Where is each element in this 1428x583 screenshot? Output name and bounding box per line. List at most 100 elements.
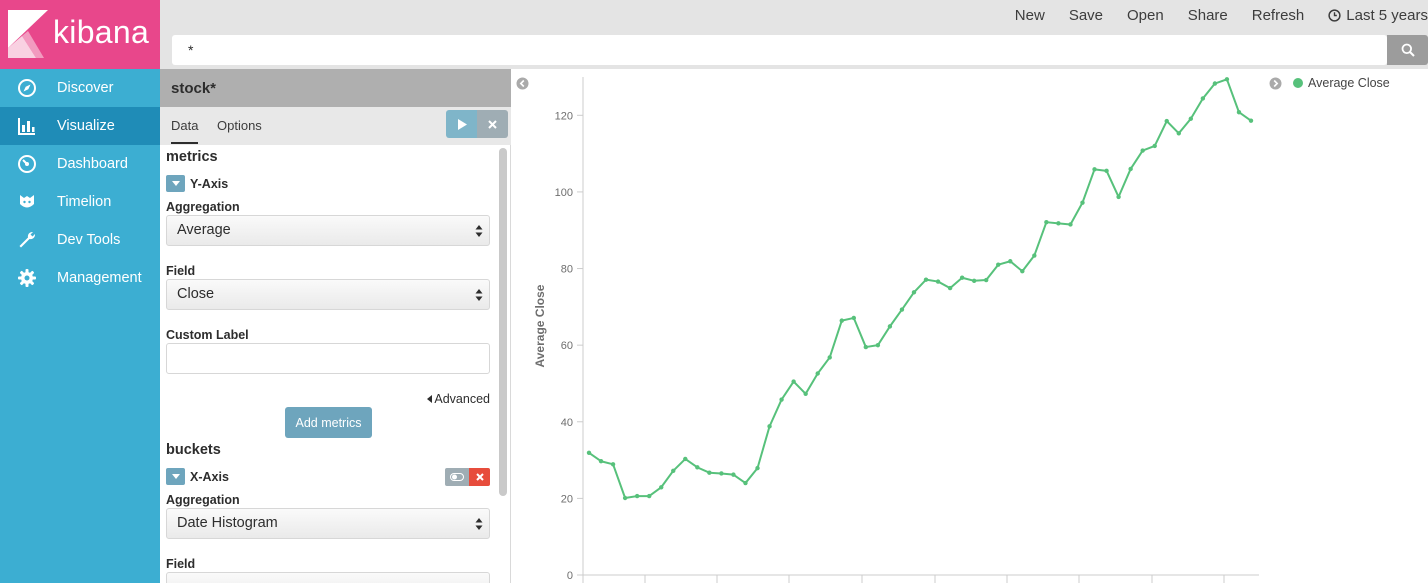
refresh-button[interactable]: Refresh <box>1252 7 1305 24</box>
data-point[interactable] <box>947 285 953 291</box>
data-point[interactable] <box>1224 77 1230 82</box>
sidebar-item-timelion[interactable]: Timelion <box>0 183 160 221</box>
data-point[interactable] <box>815 371 820 376</box>
data-point[interactable] <box>1140 148 1145 153</box>
metric-field-select[interactable]: Close <box>166 279 490 310</box>
sidebar-item-label: Discover <box>57 80 114 96</box>
data-point[interactable] <box>1128 166 1133 172</box>
discard-changes-button[interactable] <box>477 110 508 138</box>
bucket-field-select[interactable] <box>166 572 490 583</box>
sidebar-item-label: Visualize <box>57 118 115 134</box>
bucket-aggregation-select[interactable]: Date Histogram <box>166 508 490 539</box>
data-point[interactable] <box>1032 253 1037 258</box>
data-point[interactable] <box>984 277 989 283</box>
data-point[interactable] <box>1104 168 1109 174</box>
y-axis-tick-label: 40 <box>561 417 573 429</box>
data-point[interactable] <box>707 470 712 475</box>
data-point[interactable] <box>659 485 664 490</box>
data-point[interactable] <box>996 262 1001 267</box>
save-button[interactable]: Save <box>1069 7 1103 24</box>
tab-options[interactable]: Options <box>217 118 262 133</box>
data-point[interactable] <box>1248 118 1254 123</box>
search-input[interactable]: * <box>172 35 1387 65</box>
data-point[interactable] <box>1020 269 1025 274</box>
apply-changes-button[interactable] <box>446 110 477 138</box>
data-point[interactable] <box>731 472 736 477</box>
data-point[interactable] <box>1200 96 1206 101</box>
data-point[interactable] <box>959 275 965 280</box>
x-axis-remove-button[interactable] <box>469 468 490 486</box>
advanced-toggle-link[interactable]: Advanced <box>427 392 490 406</box>
data-point[interactable] <box>971 278 977 283</box>
toggle-icon <box>450 473 464 481</box>
data-point[interactable] <box>803 391 808 397</box>
x-axis-enable-toggle[interactable] <box>445 468 469 486</box>
clock-icon <box>1328 8 1341 22</box>
data-point[interactable] <box>719 471 724 476</box>
data-point[interactable] <box>646 493 652 499</box>
share-button[interactable]: Share <box>1188 7 1228 24</box>
data-point[interactable] <box>755 465 760 471</box>
data-point[interactable] <box>671 468 676 474</box>
data-point[interactable] <box>1152 143 1157 149</box>
x-axis-collapse-button[interactable] <box>166 468 185 485</box>
data-point[interactable] <box>899 307 905 312</box>
data-point[interactable] <box>683 456 688 462</box>
data-point[interactable] <box>634 493 640 499</box>
data-point[interactable] <box>1116 194 1121 200</box>
data-point[interactable] <box>1236 110 1242 115</box>
compass-icon <box>18 79 36 97</box>
toggle-legend-icon[interactable] <box>1269 77 1282 90</box>
data-point[interactable] <box>1176 131 1181 136</box>
data-point[interactable] <box>827 355 832 360</box>
data-point[interactable] <box>911 290 917 295</box>
data-point[interactable] <box>839 318 844 323</box>
y-axis-tick-label: 80 <box>561 264 573 276</box>
data-point[interactable] <box>791 379 796 384</box>
data-point[interactable] <box>767 424 772 429</box>
editor-body: metrics Y-Axis Aggregation Average Field… <box>160 145 500 583</box>
data-point[interactable] <box>610 462 616 467</box>
search-icon <box>1401 43 1415 57</box>
legend-item[interactable]: Average Close <box>1293 76 1390 90</box>
time-picker-button[interactable]: Last 5 years <box>1328 7 1428 24</box>
y-axis-collapse-button[interactable] <box>166 175 185 192</box>
metric-aggregation-select[interactable]: Average <box>166 215 490 246</box>
tab-data[interactable]: Data <box>171 118 199 144</box>
data-point[interactable] <box>887 324 893 329</box>
editor-scrollbar[interactable] <box>499 148 507 496</box>
sidebar-item-management[interactable]: Management <box>0 259 160 297</box>
data-point[interactable] <box>743 480 748 486</box>
data-point[interactable] <box>622 495 628 501</box>
data-point[interactable] <box>875 342 881 348</box>
data-point[interactable] <box>586 450 592 455</box>
data-point[interactable] <box>863 344 869 350</box>
data-point[interactable] <box>598 459 604 464</box>
sidebar-item-visualize[interactable]: Visualize <box>0 107 160 145</box>
y-axis-tick-label: 20 <box>561 493 573 505</box>
kibana-logo[interactable]: kibana <box>0 0 160 69</box>
sidebar-item-dashboard[interactable]: Dashboard <box>0 145 160 183</box>
data-point[interactable] <box>1068 222 1073 227</box>
data-point[interactable] <box>1008 259 1013 264</box>
buckets-section-title: buckets <box>166 442 221 458</box>
open-button[interactable]: Open <box>1127 7 1164 24</box>
search-button[interactable] <box>1387 35 1428 65</box>
sidebar-item-dev-tools[interactable]: Dev Tools <box>0 221 160 259</box>
data-point[interactable] <box>1164 118 1169 124</box>
data-point[interactable] <box>1212 81 1218 86</box>
data-point[interactable] <box>1080 200 1085 205</box>
data-point[interactable] <box>851 315 856 321</box>
data-point[interactable] <box>1056 221 1061 226</box>
new-button[interactable]: New <box>1015 7 1045 24</box>
sidebar-item-discover[interactable]: Discover <box>0 69 160 107</box>
data-point[interactable] <box>935 279 941 284</box>
data-point[interactable] <box>779 397 784 402</box>
data-point[interactable] <box>1188 116 1194 121</box>
custom-label-input[interactable] <box>166 343 490 374</box>
data-point[interactable] <box>695 465 700 470</box>
data-point[interactable] <box>1044 219 1049 225</box>
add-metrics-button[interactable]: Add metrics <box>285 407 372 438</box>
data-point[interactable] <box>1092 167 1097 172</box>
data-point[interactable] <box>923 277 929 282</box>
